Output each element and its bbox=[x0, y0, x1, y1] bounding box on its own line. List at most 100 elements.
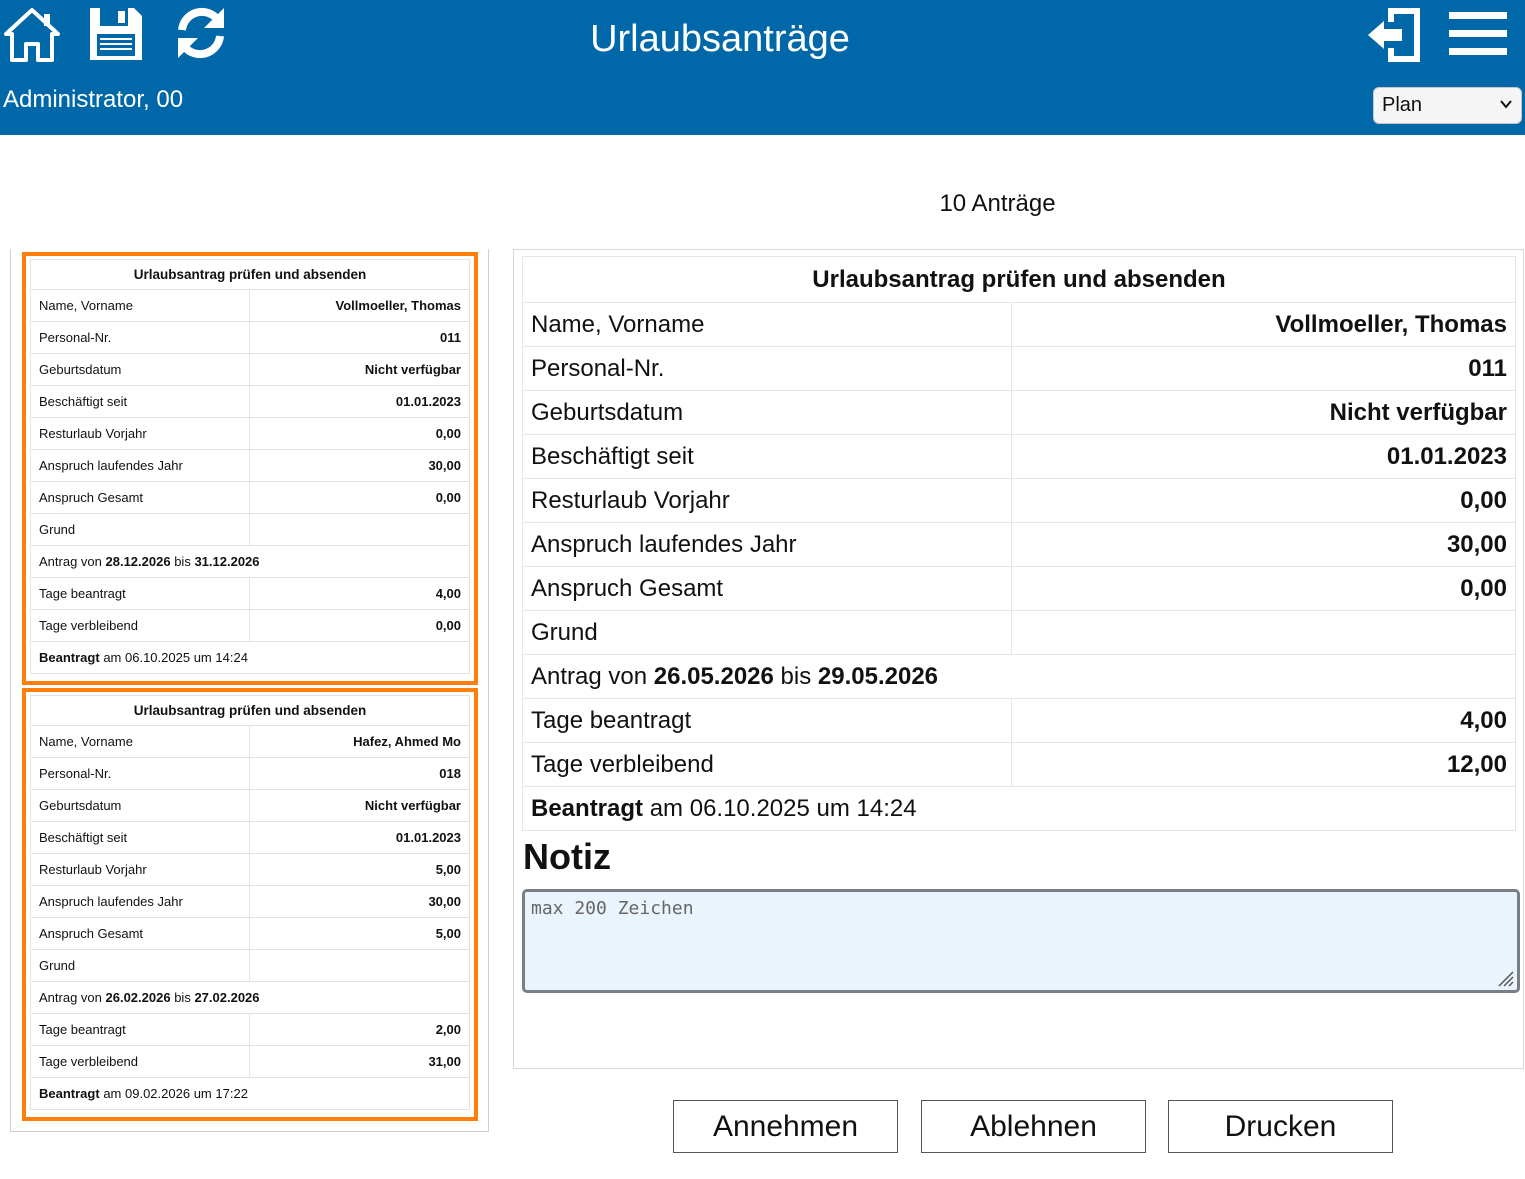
applied-info: Beantragt am 06.10.2025 um 14:24 bbox=[522, 786, 1516, 831]
request-from-date: 26.02.2026 bbox=[105, 990, 171, 1005]
days-remaining-value: 0,00 bbox=[249, 609, 470, 642]
user-label: Administrator, 00 bbox=[3, 86, 184, 113]
request-card[interactable]: Urlaubsantrag prüfen und absenden Name, … bbox=[22, 688, 478, 1121]
note-textarea[interactable] bbox=[522, 889, 1520, 993]
request-period: Antrag von 26.02.2026 bis 27.02.2026 bbox=[30, 981, 470, 1014]
reason-label: Grund bbox=[30, 949, 250, 982]
claim-year-value: 30,00 bbox=[249, 449, 470, 482]
applied-time: 14:24 bbox=[215, 650, 248, 665]
birthdate-label: Geburtsdatum bbox=[522, 390, 1012, 435]
days-requested-value: 4,00 bbox=[1011, 698, 1516, 743]
birthdate-value: Nicht verfügbar bbox=[1011, 390, 1516, 435]
days-requested-value: 2,00 bbox=[249, 1013, 470, 1046]
refresh-icon[interactable] bbox=[172, 4, 230, 62]
birthdate-label: Geburtsdatum bbox=[30, 353, 250, 386]
menu-icon[interactable] bbox=[1449, 12, 1507, 56]
days-remaining-value: 12,00 bbox=[1011, 742, 1516, 787]
rest-vacation-value: 5,00 bbox=[249, 853, 470, 886]
days-remaining-value: 31,00 bbox=[249, 1045, 470, 1078]
resize-grip-icon[interactable] bbox=[1493, 966, 1515, 988]
applied-time: 14:24 bbox=[856, 794, 917, 822]
name-value: Vollmoeller, Thomas bbox=[249, 289, 470, 322]
name-label: Name, Vorname bbox=[522, 302, 1012, 347]
chevron-down-icon bbox=[1500, 100, 1512, 109]
employed-since-value: 01.01.2023 bbox=[1011, 434, 1516, 479]
detail-table: Urlaubsantrag prüfen und absenden Name, … bbox=[522, 256, 1516, 831]
rest-vacation-label: Resturlaub Vorjahr bbox=[30, 417, 250, 450]
employed-since-label: Beschäftigt seit bbox=[30, 385, 250, 418]
claim-year-value: 30,00 bbox=[1011, 522, 1516, 567]
days-remaining-label: Tage verbleibend bbox=[30, 1045, 250, 1078]
claim-year-label: Anspruch laufendes Jahr bbox=[30, 449, 250, 482]
reason-label: Grund bbox=[522, 610, 1012, 655]
request-to-date: 29.05.2026 bbox=[817, 662, 939, 690]
applied-date: 09.02.2026 bbox=[125, 1086, 191, 1101]
applied-info: Beantragt am 06.10.2025 um 14:24 bbox=[30, 641, 470, 674]
request-card[interactable]: Urlaubsantrag prüfen und absenden Name, … bbox=[22, 252, 478, 685]
personal-nr-label: Personal-Nr. bbox=[30, 321, 250, 354]
claim-total-label: Anspruch Gesamt bbox=[522, 566, 1012, 611]
rest-vacation-value: 0,00 bbox=[1011, 478, 1516, 523]
days-requested-value: 4,00 bbox=[249, 577, 470, 610]
reason-value bbox=[249, 949, 470, 982]
personal-nr-label: Personal-Nr. bbox=[522, 346, 1012, 391]
rest-vacation-value: 0,00 bbox=[249, 417, 470, 450]
reason-label: Grund bbox=[30, 513, 250, 546]
request-period: Antrag von 26.05.2026 bis 29.05.2026 bbox=[522, 654, 1516, 699]
detail-title: Urlaubsantrag prüfen und absenden bbox=[522, 256, 1516, 303]
page-title: Urlaubsanträge bbox=[590, 18, 850, 60]
applied-time: 17:22 bbox=[215, 1086, 248, 1101]
days-remaining-label: Tage verbleibend bbox=[522, 742, 1012, 787]
applied-info: Beantragt am 09.02.2026 um 17:22 bbox=[30, 1077, 470, 1110]
employed-since-label: Beschäftigt seit bbox=[30, 821, 250, 854]
days-requested-label: Tage beantragt bbox=[30, 1013, 250, 1046]
personal-nr-value: 018 bbox=[249, 757, 470, 790]
print-button[interactable]: Drucken bbox=[1168, 1100, 1393, 1153]
claim-total-value: 0,00 bbox=[1011, 566, 1516, 611]
card-title: Urlaubsantrag prüfen und absenden bbox=[30, 259, 470, 290]
personal-nr-label: Personal-Nr. bbox=[30, 757, 250, 790]
claim-year-label: Anspruch laufendes Jahr bbox=[30, 885, 250, 918]
claim-total-value: 5,00 bbox=[249, 917, 470, 950]
plan-select[interactable]: Plan bbox=[1373, 87, 1522, 124]
logout-icon[interactable] bbox=[1366, 6, 1424, 64]
app-header: Urlaubsanträge Administrator, 00 Plan bbox=[0, 0, 1525, 135]
employed-since-value: 01.01.2023 bbox=[249, 385, 470, 418]
days-requested-label: Tage beantragt bbox=[30, 577, 250, 610]
reason-value bbox=[1011, 610, 1516, 655]
save-icon[interactable] bbox=[88, 6, 144, 62]
reject-button[interactable]: Ablehnen bbox=[921, 1100, 1146, 1153]
request-to-date: 31.12.2026 bbox=[194, 554, 260, 569]
claim-total-value: 0,00 bbox=[249, 481, 470, 514]
plan-select-value: Plan bbox=[1382, 94, 1423, 116]
request-from-date: 26.05.2026 bbox=[653, 662, 774, 690]
name-value: Hafez, Ahmed Mo bbox=[249, 725, 470, 758]
days-requested-label: Tage beantragt bbox=[522, 698, 1012, 743]
employed-since-value: 01.01.2023 bbox=[249, 821, 470, 854]
applied-date: 06.10.2025 bbox=[125, 650, 191, 665]
birthdate-value: Nicht verfügbar bbox=[249, 353, 470, 386]
card-title: Urlaubsantrag prüfen und absenden bbox=[30, 695, 470, 726]
name-label: Name, Vorname bbox=[30, 725, 250, 758]
rest-vacation-label: Resturlaub Vorjahr bbox=[30, 853, 250, 886]
request-period: Antrag von 28.12.2026 bis 31.12.2026 bbox=[30, 545, 470, 578]
applied-date: 06.10.2025 bbox=[689, 794, 810, 822]
name-value: Vollmoeller, Thomas bbox=[1011, 302, 1516, 347]
accept-button[interactable]: Annehmen bbox=[673, 1100, 898, 1153]
name-label: Name, Vorname bbox=[30, 289, 250, 322]
claim-year-value: 30,00 bbox=[249, 885, 470, 918]
rest-vacation-label: Resturlaub Vorjahr bbox=[522, 478, 1012, 523]
personal-nr-value: 011 bbox=[1011, 346, 1516, 391]
home-icon[interactable] bbox=[4, 6, 60, 62]
birthdate-label: Geburtsdatum bbox=[30, 789, 250, 822]
claim-total-label: Anspruch Gesamt bbox=[30, 481, 250, 514]
request-to-date: 27.02.2026 bbox=[194, 990, 260, 1005]
employed-since-label: Beschäftigt seit bbox=[522, 434, 1012, 479]
personal-nr-value: 011 bbox=[249, 321, 470, 354]
request-count: 10 Anträge bbox=[939, 190, 1056, 217]
claim-total-label: Anspruch Gesamt bbox=[30, 917, 250, 950]
reason-value bbox=[249, 513, 470, 546]
days-remaining-label: Tage verbleibend bbox=[30, 609, 250, 642]
note-label: Notiz bbox=[523, 836, 611, 877]
request-from-date: 28.12.2026 bbox=[105, 554, 171, 569]
